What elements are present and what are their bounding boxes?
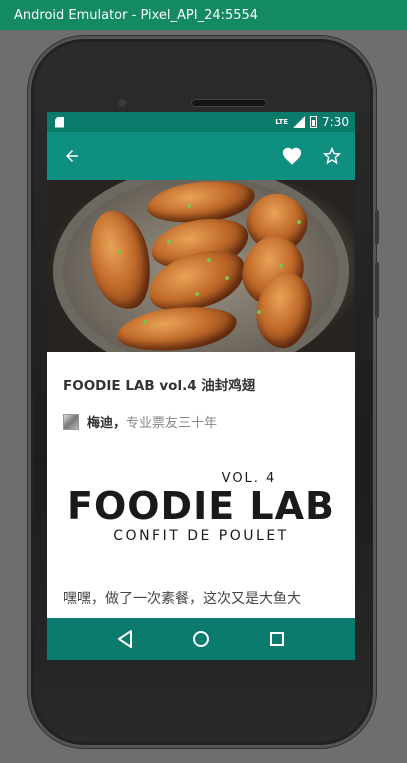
herb-garnish	[279, 264, 283, 268]
herb-garnish	[257, 310, 261, 314]
logo-title: FOODIE LAB	[66, 484, 336, 528]
earpiece-speaker	[191, 99, 267, 107]
clock: 7:30	[322, 115, 349, 129]
app-bar	[47, 132, 355, 180]
volume-button[interactable]	[375, 262, 379, 318]
hero-food-image	[47, 180, 355, 352]
herb-garnish	[207, 258, 211, 262]
herb-garnish	[225, 276, 229, 280]
power-button[interactable]	[375, 210, 379, 244]
star-outline-icon	[322, 146, 342, 165]
herb-garnish	[187, 204, 191, 208]
article-body: 嘿嘿，做了一次素餐，这次又是大鱼大	[63, 591, 301, 607]
favorite-button[interactable]	[279, 143, 305, 169]
author-row[interactable]: 梅迪 ， 专业票友三十年	[63, 412, 339, 431]
front-camera	[115, 96, 129, 110]
nav-back-icon	[118, 630, 132, 648]
herb-garnish	[117, 250, 121, 254]
author-name[interactable]: 梅迪	[87, 412, 113, 431]
author-separator: ，	[113, 416, 127, 431]
back-button[interactable]	[59, 143, 85, 169]
emulator-titlebar: Android Emulator - Pixel_API_24:5554	[0, 0, 407, 30]
nav-recents-icon	[270, 632, 284, 646]
logo-subtitle: CONFIT DE POULET	[113, 528, 289, 544]
status-bar: LTE 7:30	[47, 112, 355, 132]
lte-label: LTE	[275, 117, 289, 126]
nav-home-icon	[193, 631, 209, 647]
foodie-lab-logo: VOL. 4 FOODIE LAB CONFIT DE POULET	[63, 471, 339, 544]
emulator-title: Android Emulator - Pixel_API_24:5554	[14, 7, 259, 23]
author-bio: 专业票友三十年	[126, 416, 218, 431]
herb-garnish	[167, 240, 171, 244]
herb-garnish	[297, 220, 301, 224]
heart-icon	[282, 147, 302, 165]
battery-icon	[310, 116, 318, 128]
nav-home-button[interactable]	[188, 626, 214, 652]
avatar[interactable]	[63, 413, 79, 430]
herb-garnish	[195, 292, 199, 296]
article-content: FOODIE LAB vol.4 油封鸡翅 梅迪 ， 专业票友三十年 VOL. …	[47, 374, 355, 608]
nav-recents-button[interactable]	[264, 626, 290, 652]
signal-icon	[293, 116, 306, 128]
article-title: FOODIE LAB vol.4 油封鸡翅	[63, 378, 256, 394]
system-nav-bar	[47, 618, 355, 660]
arrow-back-icon	[66, 150, 78, 162]
device-screen: LTE 7:30 FOODIE LAB vol.4 油封鸡翅 梅迪 ， 专业票友…	[47, 112, 355, 660]
herb-garnish	[143, 320, 147, 324]
nav-back-button[interactable]	[112, 626, 138, 652]
star-button[interactable]	[319, 143, 345, 169]
sd-card-icon	[55, 116, 64, 128]
